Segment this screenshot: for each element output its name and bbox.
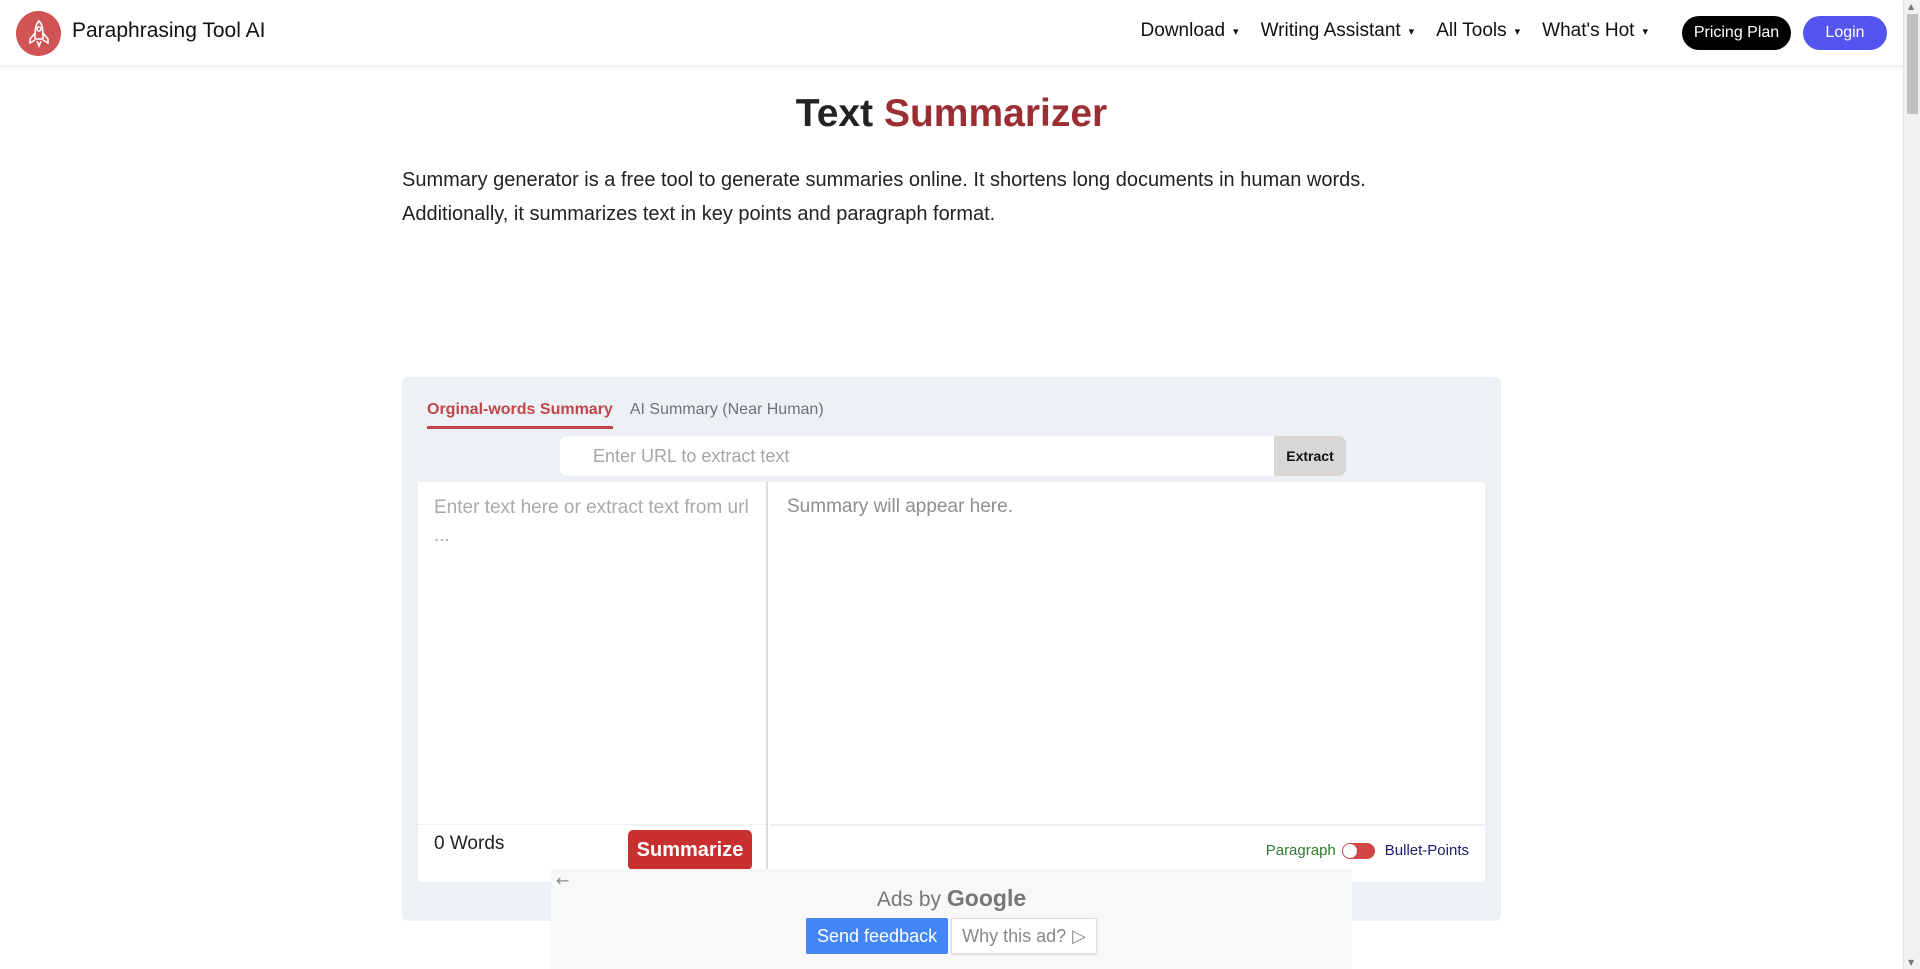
page-title-part2: Summarizer bbox=[883, 92, 1108, 135]
nav-writing-assistant-label: Writing Assistant bbox=[1260, 20, 1401, 41]
page-description: Summary generator is a free tool to gene… bbox=[402, 163, 1502, 231]
send-feedback-button[interactable]: Send feedback bbox=[806, 918, 949, 954]
input-pane: 0 Words Summarize bbox=[418, 482, 768, 882]
pricing-plan-button[interactable]: Pricing Plan bbox=[1682, 16, 1791, 50]
page-scrollbar[interactable]: ▲ ▼ bbox=[1903, 0, 1920, 969]
input-textarea[interactable] bbox=[418, 482, 766, 824]
brand-name[interactable]: Paraphrasing Tool AI bbox=[72, 19, 265, 43]
why-this-ad-label: Why this ad? bbox=[962, 925, 1067, 946]
ads-by-label: Ads by bbox=[876, 888, 942, 911]
ads-by-google: Ads by Google bbox=[551, 885, 1352, 912]
caret-down-icon: ▾ bbox=[1233, 25, 1239, 38]
top-navbar: Paraphrasing Tool AI Download ▾ Writing … bbox=[0, 0, 1903, 66]
google-wordmark: Google bbox=[946, 885, 1027, 911]
editor-panel: 0 Words Summarize Summary will appear he… bbox=[418, 482, 1485, 882]
mode-tabs: Orginal-words Summary AI Summary (Near H… bbox=[427, 401, 824, 429]
caret-down-icon: ▾ bbox=[1408, 25, 1415, 38]
caret-down-icon: ▾ bbox=[1514, 25, 1521, 38]
description-line-2: Additionally, it summarizes text in key … bbox=[402, 203, 996, 225]
output-format-toggle: Paragraph Bullet-Points bbox=[1266, 842, 1469, 859]
nav-whats-hot[interactable]: What's Hot ▾ bbox=[1542, 20, 1648, 42]
format-switch[interactable] bbox=[1341, 842, 1375, 859]
caret-down-icon: ▾ bbox=[1642, 25, 1648, 38]
rocket-logo-icon[interactable] bbox=[16, 11, 61, 56]
nav-menu: Download ▾ Writing Assistant ▾ All Tools… bbox=[1141, 20, 1648, 42]
page-title-part1: Text bbox=[795, 92, 874, 135]
ad-actions: Send feedback Why this ad? ▷ bbox=[551, 918, 1352, 954]
nav-all-tools-label: All Tools bbox=[1436, 20, 1507, 41]
nav-whats-hot-label: What's Hot bbox=[1542, 20, 1635, 41]
nav-writing-assistant[interactable]: Writing Assistant ▾ bbox=[1261, 20, 1415, 42]
paragraph-label: Paragraph bbox=[1265, 842, 1336, 859]
why-this-ad-button[interactable]: Why this ad? ▷ bbox=[951, 918, 1097, 954]
extract-button[interactable]: Extract bbox=[1274, 436, 1346, 476]
summary-output: Summary will appear here. bbox=[787, 496, 1013, 517]
url-extract-bar: Extract bbox=[560, 436, 1346, 476]
tab-original-words-summary[interactable]: Orginal-words Summary bbox=[427, 401, 613, 429]
word-count: 0 Words bbox=[434, 833, 505, 854]
tab-ai-summary[interactable]: AI Summary (Near Human) bbox=[630, 401, 824, 429]
login-button[interactable]: Login bbox=[1803, 16, 1887, 50]
scroll-up-arrow-icon[interactable]: ▲ bbox=[1908, 2, 1914, 11]
nav-all-tools[interactable]: All Tools ▾ bbox=[1436, 20, 1520, 42]
adchoices-icon: ▷ bbox=[1072, 925, 1086, 946]
scrollbar-thumb[interactable] bbox=[1907, 14, 1918, 114]
summarizer-card: Orginal-words Summary AI Summary (Near H… bbox=[402, 377, 1501, 921]
nav-download[interactable]: Download ▾ bbox=[1141, 20, 1239, 42]
scroll-down-arrow-icon[interactable]: ▼ bbox=[1908, 958, 1914, 967]
description-line-1: Summary generator is a free tool to gene… bbox=[402, 169, 1366, 191]
summarize-button[interactable]: Summarize bbox=[628, 830, 752, 870]
bullet-points-label: Bullet-Points bbox=[1384, 842, 1469, 859]
page-title: Text Summarizer bbox=[0, 92, 1903, 136]
switch-knob bbox=[1342, 843, 1357, 858]
url-input[interactable] bbox=[560, 436, 1274, 476]
google-ad-block: ← Ads by Google Send feedback Why this a… bbox=[551, 869, 1352, 969]
nav-download-label: Download bbox=[1140, 20, 1226, 41]
